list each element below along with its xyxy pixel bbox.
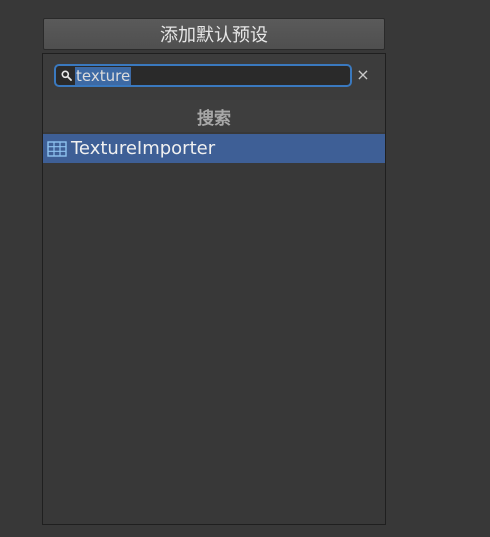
close-icon[interactable]: × xyxy=(355,67,371,83)
result-label: TextureImporter xyxy=(71,138,216,159)
search-bar: texture × xyxy=(43,54,385,100)
search-section-header: 搜索 xyxy=(43,100,385,132)
list-item[interactable]: TextureImporter xyxy=(43,134,385,163)
preset-window: 添加默认预设 texture × 搜索 TextureImporter xyxy=(0,0,490,537)
grid-icon xyxy=(47,140,67,157)
search-input[interactable]: texture xyxy=(75,66,132,85)
search-icon xyxy=(60,69,73,82)
preset-search-popup: texture × 搜索 TextureImporter xyxy=(42,53,386,525)
add-default-preset-button[interactable]: 添加默认预设 xyxy=(43,18,385,50)
search-field[interactable]: texture xyxy=(54,64,352,87)
